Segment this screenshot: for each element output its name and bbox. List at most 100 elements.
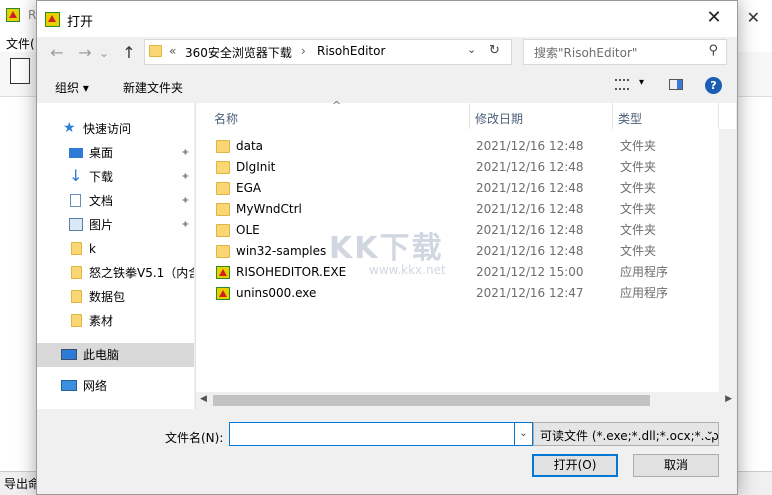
sidebar-item-label: 数据包 bbox=[89, 290, 126, 304]
open-button[interactable]: 打开(O) bbox=[532, 454, 618, 477]
breadcrumb-item[interactable]: 360安全浏览器下载 bbox=[185, 44, 292, 61]
sidebar-item-label: 快速访问 bbox=[83, 122, 132, 136]
filetype-select[interactable]: 可读文件 (*.exe;*.dll;*.ocx;*.cp ⌄ bbox=[533, 422, 719, 446]
file-row[interactable]: win32-samples 2021/12/16 12:48 文件夹 bbox=[196, 241, 736, 262]
help-icon[interactable]: ? bbox=[705, 77, 722, 94]
cancel-button[interactable]: 取消 bbox=[633, 454, 719, 477]
file-row[interactable]: MyWndCtrl 2021/12/16 12:48 文件夹 bbox=[196, 199, 736, 220]
star-icon: ★ bbox=[63, 120, 76, 136]
search-icon[interactable]: ⚲ bbox=[708, 43, 718, 58]
background-close-icon[interactable]: ✕ bbox=[747, 8, 760, 27]
filetype-chevron-icon: ⌄ bbox=[703, 426, 714, 437]
menu-file[interactable]: 文件( bbox=[6, 35, 35, 52]
file-row[interactable]: data 2021/12/16 12:48 文件夹 bbox=[196, 136, 736, 157]
up-arrow-icon[interactable]: ↑ bbox=[119, 43, 139, 63]
network-icon bbox=[61, 380, 77, 391]
address-bar[interactable]: « 360安全浏览器下载 › RisohEditor ⌄ ↻ bbox=[144, 39, 512, 65]
command-bar: 组织 ▾ 新建文件夹 ▾ ? bbox=[37, 69, 737, 103]
folder-icon bbox=[216, 140, 230, 153]
address-dropdown-icon[interactable]: ⌄ bbox=[467, 43, 476, 56]
search-box[interactable]: 搜索"RisohEditor" ⚲ bbox=[523, 39, 727, 65]
filename-input[interactable] bbox=[229, 422, 515, 446]
recent-locations-chevron-icon[interactable]: ⌄ bbox=[97, 43, 111, 63]
file-date: 2021/12/16 12:48 bbox=[476, 202, 584, 216]
view-options-icon[interactable] bbox=[615, 79, 629, 90]
column-header-row: 名称 ^ 修改日期 类型 bbox=[196, 99, 736, 129]
sidebar-item-materials[interactable]: 素材 bbox=[37, 309, 194, 333]
sidebar-item-this-pc[interactable]: 此电脑 bbox=[37, 343, 194, 367]
file-type: 文件夹 bbox=[620, 181, 657, 195]
file-name: DlgInit bbox=[236, 160, 276, 174]
file-row[interactable]: EGA 2021/12/16 12:48 文件夹 bbox=[196, 178, 736, 199]
column-divider[interactable] bbox=[612, 103, 613, 129]
file-row[interactable]: OLE 2021/12/16 12:48 文件夹 bbox=[196, 220, 736, 241]
column-divider[interactable] bbox=[718, 103, 719, 129]
filename-dropdown-chevron-icon[interactable]: ⌄ bbox=[515, 422, 533, 446]
sidebar-item-label: 网络 bbox=[83, 379, 108, 393]
new-folder-button[interactable]: 新建文件夹 bbox=[123, 79, 183, 96]
document-icon bbox=[70, 194, 81, 207]
file-date: 2021/12/16 12:48 bbox=[476, 160, 584, 174]
sidebar-item-quick-access[interactable]: ★ 快速访问 bbox=[37, 117, 194, 141]
file-name: unins000.exe bbox=[236, 286, 317, 300]
download-icon: ↓ bbox=[69, 166, 83, 185]
pin-icon[interactable]: ✦ bbox=[181, 213, 190, 237]
horizontal-scroll-thumb[interactable] bbox=[213, 395, 650, 406]
pin-icon[interactable]: ✦ bbox=[181, 189, 190, 213]
folder-icon bbox=[71, 242, 82, 255]
sidebar-item-label: 桌面 bbox=[89, 146, 114, 160]
close-icon[interactable]: ✕ bbox=[699, 5, 729, 31]
refresh-icon[interactable]: ↻ bbox=[489, 43, 500, 58]
folder-icon bbox=[216, 182, 230, 195]
sidebar-item-label: 文档 bbox=[89, 194, 114, 208]
file-row[interactable]: unins000.exe 2021/12/16 12:47 应用程序 bbox=[196, 283, 736, 304]
sidebar-item-k[interactable]: k bbox=[37, 237, 194, 261]
sidebar-item-data-package[interactable]: 数据包 bbox=[37, 285, 194, 309]
organize-menu[interactable]: 组织 ▾ bbox=[55, 79, 89, 96]
breadcrumb-separator-icon[interactable]: › bbox=[301, 44, 306, 58]
folder-icon bbox=[216, 161, 230, 174]
pin-icon[interactable]: ✦ bbox=[181, 141, 190, 165]
horizontal-scrollbar[interactable]: ◀ ▶ bbox=[196, 392, 736, 409]
sidebar-item-desktop[interactable]: 桌面 ✦ bbox=[37, 141, 194, 165]
computer-icon bbox=[61, 349, 77, 360]
scroll-right-icon[interactable]: ▶ bbox=[725, 394, 732, 404]
column-header-type[interactable]: 类型 bbox=[618, 110, 642, 127]
search-input[interactable]: 搜索"RisohEditor" bbox=[534, 44, 637, 61]
file-date: 2021/12/16 12:48 bbox=[476, 181, 584, 195]
column-header-date[interactable]: 修改日期 bbox=[475, 110, 523, 127]
back-arrow-icon[interactable]: ← bbox=[47, 43, 67, 63]
folder-icon bbox=[71, 314, 82, 327]
preview-pane-icon[interactable] bbox=[669, 79, 683, 90]
navigation-row: ← → ⌄ ↑ « 360安全浏览器下载 › RisohEditor ⌄ ↻ 搜… bbox=[37, 37, 737, 69]
file-row[interactable]: RISOHEDITOR.EXE 2021/12/12 15:00 应用程序 bbox=[196, 262, 736, 283]
file-row[interactable]: DlgInit 2021/12/16 12:48 文件夹 bbox=[196, 157, 736, 178]
sidebar-item-network[interactable]: 网络 bbox=[37, 374, 194, 398]
app-icon bbox=[216, 287, 230, 300]
scroll-left-icon[interactable]: ◀ bbox=[200, 394, 207, 404]
column-divider[interactable] bbox=[469, 103, 470, 129]
folder-icon bbox=[216, 203, 230, 216]
breadcrumb-overflow-icon[interactable]: « bbox=[169, 44, 176, 58]
sidebar-item-pictures[interactable]: 图片 ✦ bbox=[37, 213, 194, 237]
navigation-pane: ★ 快速访问 桌面 ✦ ↓ 下载 ✦ 文档 ✦ 图片 ✦ k 怒之铁拳V5.1（… bbox=[37, 103, 194, 409]
vertical-scrollbar[interactable] bbox=[719, 129, 736, 392]
dialog-app-icon bbox=[45, 12, 60, 27]
file-type: 文件夹 bbox=[620, 244, 657, 258]
sidebar-item-documents[interactable]: 文档 ✦ bbox=[37, 189, 194, 213]
forward-arrow-icon[interactable]: → bbox=[75, 43, 95, 63]
file-type: 文件夹 bbox=[620, 202, 657, 216]
dialog-titlebar: 打开 ✕ bbox=[37, 1, 737, 37]
view-dropdown-icon[interactable]: ▾ bbox=[639, 77, 644, 88]
folder-icon bbox=[71, 290, 82, 303]
folder-icon bbox=[149, 45, 162, 57]
sidebar-item-downloads[interactable]: ↓ 下载 ✦ bbox=[37, 165, 194, 189]
sidebar-item-streets-of-rage[interactable]: 怒之铁拳V5.1（内含 bbox=[37, 261, 194, 285]
pin-icon[interactable]: ✦ bbox=[181, 165, 190, 189]
new-file-icon[interactable] bbox=[10, 58, 30, 84]
file-date: 2021/12/12 15:00 bbox=[476, 265, 584, 279]
filetype-value: 可读文件 (*.exe;*.dll;*.ocx;*.cp bbox=[540, 429, 719, 443]
column-header-name[interactable]: 名称 bbox=[214, 110, 238, 127]
breadcrumb-item[interactable]: RisohEditor bbox=[317, 44, 385, 58]
file-name: MyWndCtrl bbox=[236, 202, 302, 216]
